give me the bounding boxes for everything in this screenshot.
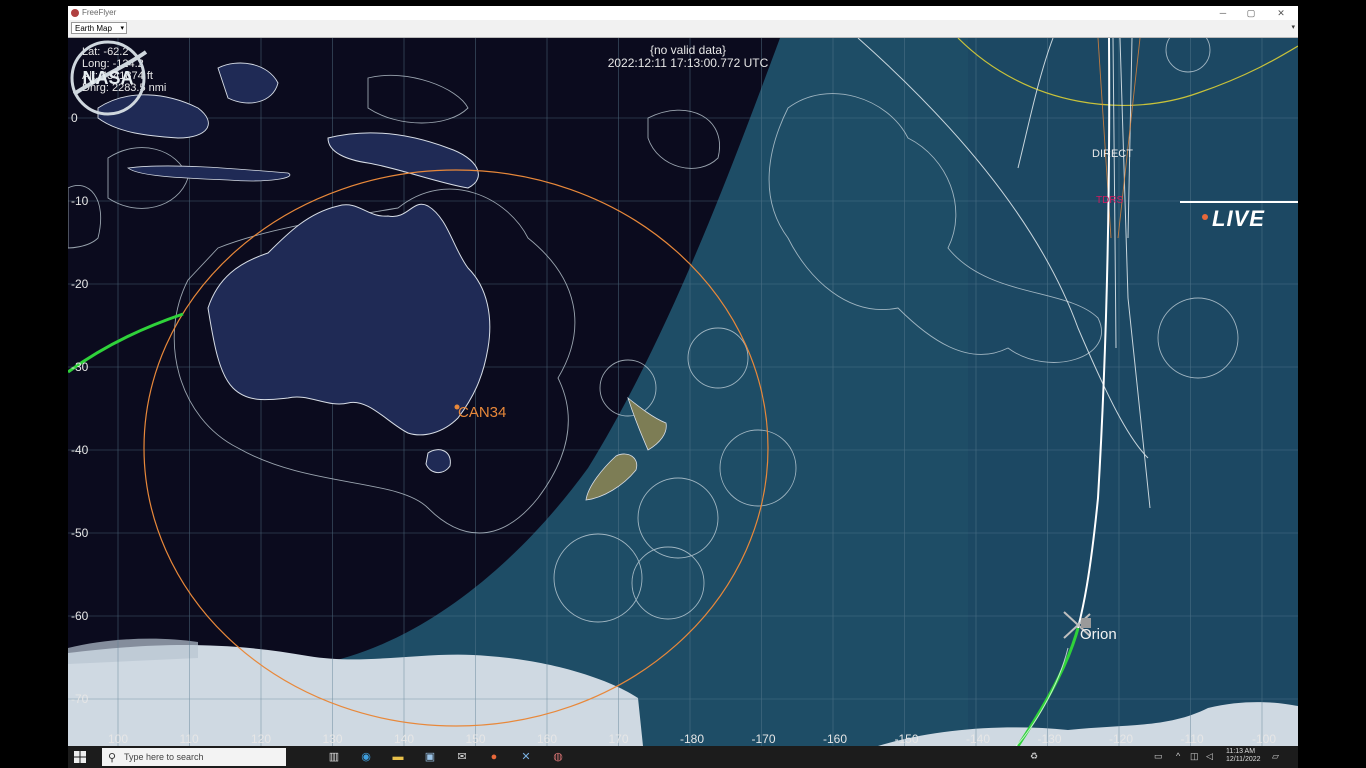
search-placeholder: Type here to search (124, 752, 204, 762)
direct-label: DIRECT (1092, 148, 1133, 160)
longitude-tick-label: 150 (465, 732, 486, 746)
tdrs-label: TDRS (1096, 195, 1124, 206)
tray-clock[interactable]: 11:13 AM 12/11/2022 (1226, 748, 1261, 764)
can34-station-label: CAN34 (458, 404, 507, 421)
edge-browser-icon[interactable]: ◉ (358, 749, 374, 765)
nasa-logo-text: NASA (82, 68, 133, 88)
latitude-tick-label: -30 (71, 360, 89, 374)
longitude-tick-label: -100 (1252, 732, 1277, 746)
toolbar-overflow-icon[interactable]: ▾ (1291, 23, 1295, 31)
tray-chevron-up-icon[interactable]: ^ (1176, 751, 1180, 761)
longitude-tick-label: 100 (108, 732, 129, 746)
longitude-tick-label: 140 (394, 732, 415, 746)
mail-icon[interactable]: ✉ (454, 749, 470, 765)
minimize-button[interactable]: ─ (1213, 7, 1233, 19)
tray-time: 11:13 AM (1226, 748, 1256, 755)
longitude-tick-label: 110 (179, 732, 199, 746)
battery-icon[interactable]: ▭ (1154, 751, 1163, 762)
latitude-tick-label: -50 (71, 526, 89, 540)
nasa-logo: NASA (70, 40, 148, 116)
close-button[interactable]: ✕ (1271, 7, 1291, 19)
notification-icon[interactable]: ▱ (1272, 751, 1279, 762)
taskbar: ⚲ Type here to search ▥ ◉ ▬ ▣ ✉ ● ✕ ◍ ♻ … (68, 746, 1298, 768)
maximize-button[interactable]: ▢ (1241, 7, 1261, 19)
latitude-tick-label: -40 (71, 443, 89, 457)
toolbar: Earth Map ▾ ▾ (68, 20, 1298, 38)
tray-date: 12/11/2022 (1226, 756, 1261, 763)
longitude-tick-label: -150 (894, 732, 919, 746)
longitude-tick-label: -180 (680, 732, 705, 746)
ocean-shade (968, 38, 1298, 746)
freeflyer-window: FreeFlyer ─ ▢ ✕ Earth Map ▾ ▾ Lat: -62.2… (68, 6, 1298, 746)
longitude-tick-label: -120 (1109, 732, 1134, 746)
utc-timestamp: 2022:12:11 17:13:00.772 UTC (607, 56, 769, 70)
live-divider (1180, 201, 1298, 203)
longitude-tick-label: -140 (966, 732, 991, 746)
latitude-tick-label: -20 (71, 277, 89, 291)
earth-map-view[interactable]: Lat: -62.2 Long: -124.2 Alt: 4341874 ft … (68, 38, 1298, 746)
latitude-tick-label: -10 (71, 194, 89, 208)
map-view-select-value: Earth Map (75, 24, 112, 33)
title-bar[interactable]: FreeFlyer ─ ▢ ✕ (68, 6, 1298, 20)
longitude-tick-label: -160 (823, 732, 848, 746)
longitude-tick-label: -130 (1037, 732, 1062, 746)
longitude-tick-label: 170 (608, 732, 629, 746)
latitude-tick-label: -70 (71, 692, 89, 706)
latitude-tick-label: -60 (71, 609, 89, 623)
store-icon[interactable]: ▣ (422, 749, 438, 765)
map-view-select[interactable]: Earth Map ▾ (71, 22, 127, 34)
volume-icon[interactable]: ◁ (1206, 751, 1213, 762)
window-title: FreeFlyer (82, 8, 117, 17)
tasmania-landmass (425, 449, 451, 473)
no-data-status: {no valid data} (649, 43, 727, 57)
recycle-icon[interactable]: ♻ (1030, 751, 1038, 762)
windows-start-icon[interactable] (74, 751, 86, 763)
search-icon: ⚲ (108, 752, 117, 764)
taskbar-search-input[interactable]: ⚲ Type here to search (102, 748, 286, 766)
chevron-down-icon: ▾ (120, 25, 124, 32)
firefox-icon[interactable]: ● (486, 749, 502, 765)
longitude-tick-label: -170 (751, 732, 776, 746)
live-dot-icon (1202, 214, 1208, 220)
freeflyer-taskbar-icon[interactable]: ◍ (550, 749, 566, 765)
file-explorer-icon[interactable]: ▬ (390, 749, 406, 765)
longitude-tick-label: 130 (322, 732, 343, 746)
network-icon[interactable]: ◫ (1190, 751, 1199, 762)
orion-label: Orion (1080, 626, 1117, 643)
app-icon (71, 9, 79, 17)
longitude-tick-label: 160 (537, 732, 558, 746)
longitude-tick-label: -110 (1180, 732, 1204, 746)
longitude-tick-label: 120 (251, 732, 272, 746)
live-badge: LIVE (1212, 206, 1265, 231)
task-view-icon[interactable]: ▥ (326, 749, 342, 765)
app-x-icon[interactable]: ✕ (518, 749, 534, 765)
